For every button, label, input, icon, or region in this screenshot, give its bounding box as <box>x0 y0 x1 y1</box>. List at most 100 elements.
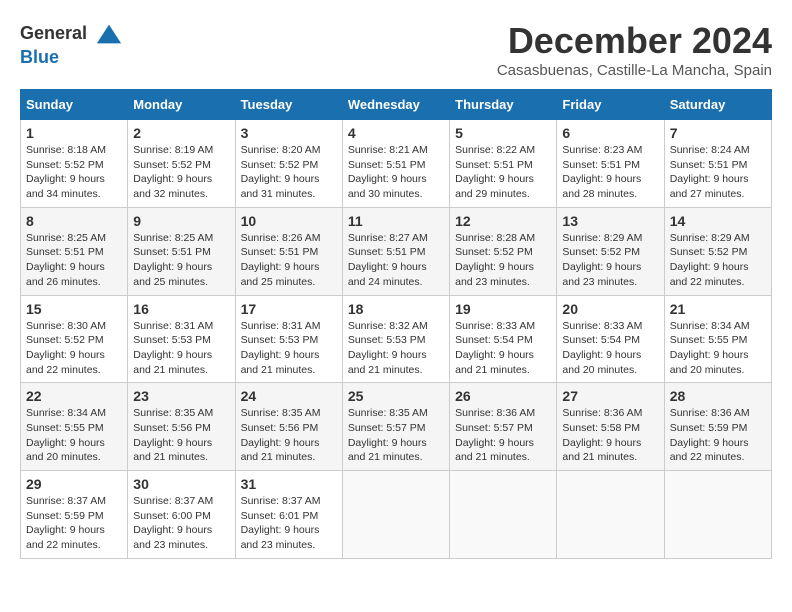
day-number: 3 <box>241 125 337 141</box>
logo-blue: Blue <box>20 48 123 68</box>
sunrise-label: Sunrise: 8:19 AM <box>133 144 213 156</box>
daylight-label: Daylight: 9 hoursand 23 minutes. <box>133 524 212 551</box>
calendar-week-row: 29 Sunrise: 8:37 AM Sunset: 5:59 PM Dayl… <box>21 471 772 559</box>
calendar-cell: 31 Sunrise: 8:37 AM Sunset: 6:01 PM Dayl… <box>235 471 342 559</box>
sunset-label: Sunset: 5:53 PM <box>348 334 426 346</box>
sunset-label: Sunset: 5:58 PM <box>562 422 640 434</box>
day-info: Sunrise: 8:35 AM Sunset: 5:56 PM Dayligh… <box>133 406 229 465</box>
daylight-label: Daylight: 9 hoursand 21 minutes. <box>133 437 212 464</box>
daylight-label: Daylight: 9 hoursand 26 minutes. <box>26 261 105 288</box>
day-info: Sunrise: 8:25 AM Sunset: 5:51 PM Dayligh… <box>26 231 122 290</box>
sunset-label: Sunset: 5:53 PM <box>133 334 211 346</box>
daylight-label: Daylight: 9 hoursand 21 minutes. <box>241 437 320 464</box>
day-number: 8 <box>26 213 122 229</box>
calendar-week-row: 8 Sunrise: 8:25 AM Sunset: 5:51 PM Dayli… <box>21 207 772 295</box>
day-number: 14 <box>670 213 766 229</box>
logo: General Blue <box>20 20 123 68</box>
calendar-cell: 18 Sunrise: 8:32 AM Sunset: 5:53 PM Dayl… <box>342 295 449 383</box>
calendar-cell: 5 Sunrise: 8:22 AM Sunset: 5:51 PM Dayli… <box>450 120 557 208</box>
calendar-cell: 11 Sunrise: 8:27 AM Sunset: 5:51 PM Dayl… <box>342 207 449 295</box>
day-number: 9 <box>133 213 229 229</box>
calendar-table: SundayMondayTuesdayWednesdayThursdayFrid… <box>20 89 772 559</box>
day-number: 28 <box>670 388 766 404</box>
day-info: Sunrise: 8:33 AM Sunset: 5:54 PM Dayligh… <box>562 319 658 378</box>
daylight-label: Daylight: 9 hoursand 23 minutes. <box>241 524 320 551</box>
day-info: Sunrise: 8:30 AM Sunset: 5:52 PM Dayligh… <box>26 319 122 378</box>
page-header: General Blue December 2024 Casasbuenas, … <box>20 20 772 79</box>
sunrise-label: Sunrise: 8:30 AM <box>26 320 106 332</box>
sunset-label: Sunset: 5:56 PM <box>133 422 211 434</box>
calendar-cell: 12 Sunrise: 8:28 AM Sunset: 5:52 PM Dayl… <box>450 207 557 295</box>
sunset-label: Sunset: 5:57 PM <box>348 422 426 434</box>
sunset-label: Sunset: 5:59 PM <box>670 422 748 434</box>
daylight-label: Daylight: 9 hoursand 21 minutes. <box>133 349 212 376</box>
sunrise-label: Sunrise: 8:33 AM <box>455 320 535 332</box>
calendar-cell: 6 Sunrise: 8:23 AM Sunset: 5:51 PM Dayli… <box>557 120 664 208</box>
day-number: 21 <box>670 301 766 317</box>
sunset-label: Sunset: 5:51 PM <box>133 246 211 258</box>
sunrise-label: Sunrise: 8:24 AM <box>670 144 750 156</box>
sunset-label: Sunset: 5:52 PM <box>133 159 211 171</box>
calendar-cell: 23 Sunrise: 8:35 AM Sunset: 5:56 PM Dayl… <box>128 383 235 471</box>
calendar-cell: 9 Sunrise: 8:25 AM Sunset: 5:51 PM Dayli… <box>128 207 235 295</box>
calendar-cell: 27 Sunrise: 8:36 AM Sunset: 5:58 PM Dayl… <box>557 383 664 471</box>
sunrise-label: Sunrise: 8:36 AM <box>455 407 535 419</box>
sunset-label: Sunset: 6:00 PM <box>133 510 211 522</box>
day-number: 26 <box>455 388 551 404</box>
sunrise-label: Sunrise: 8:21 AM <box>348 144 428 156</box>
calendar-cell: 17 Sunrise: 8:31 AM Sunset: 5:53 PM Dayl… <box>235 295 342 383</box>
sunrise-label: Sunrise: 8:31 AM <box>241 320 321 332</box>
day-info: Sunrise: 8:29 AM Sunset: 5:52 PM Dayligh… <box>670 231 766 290</box>
sunset-label: Sunset: 5:52 PM <box>455 246 533 258</box>
calendar-week-row: 22 Sunrise: 8:34 AM Sunset: 5:55 PM Dayl… <box>21 383 772 471</box>
sunrise-label: Sunrise: 8:27 AM <box>348 232 428 244</box>
day-number: 16 <box>133 301 229 317</box>
weekday-header-saturday: Saturday <box>664 90 771 120</box>
sunrise-label: Sunrise: 8:25 AM <box>133 232 213 244</box>
calendar-cell: 4 Sunrise: 8:21 AM Sunset: 5:51 PM Dayli… <box>342 120 449 208</box>
day-info: Sunrise: 8:23 AM Sunset: 5:51 PM Dayligh… <box>562 143 658 202</box>
daylight-label: Daylight: 9 hoursand 28 minutes. <box>562 173 641 200</box>
day-info: Sunrise: 8:31 AM Sunset: 5:53 PM Dayligh… <box>241 319 337 378</box>
day-info: Sunrise: 8:34 AM Sunset: 5:55 PM Dayligh… <box>26 406 122 465</box>
calendar-week-row: 1 Sunrise: 8:18 AM Sunset: 5:52 PM Dayli… <box>21 120 772 208</box>
day-number: 31 <box>241 476 337 492</box>
sunset-label: Sunset: 5:52 PM <box>670 246 748 258</box>
day-number: 30 <box>133 476 229 492</box>
day-number: 5 <box>455 125 551 141</box>
sunrise-label: Sunrise: 8:25 AM <box>26 232 106 244</box>
calendar-cell: 15 Sunrise: 8:30 AM Sunset: 5:52 PM Dayl… <box>21 295 128 383</box>
weekday-header-row: SundayMondayTuesdayWednesdayThursdayFrid… <box>21 90 772 120</box>
day-info: Sunrise: 8:22 AM Sunset: 5:51 PM Dayligh… <box>455 143 551 202</box>
day-number: 12 <box>455 213 551 229</box>
calendar-cell <box>664 471 771 559</box>
day-info: Sunrise: 8:31 AM Sunset: 5:53 PM Dayligh… <box>133 319 229 378</box>
sunset-label: Sunset: 5:56 PM <box>241 422 319 434</box>
day-number: 15 <box>26 301 122 317</box>
day-info: Sunrise: 8:32 AM Sunset: 5:53 PM Dayligh… <box>348 319 444 378</box>
daylight-label: Daylight: 9 hoursand 21 minutes. <box>241 349 320 376</box>
sunrise-label: Sunrise: 8:34 AM <box>670 320 750 332</box>
day-info: Sunrise: 8:33 AM Sunset: 5:54 PM Dayligh… <box>455 319 551 378</box>
calendar-cell: 19 Sunrise: 8:33 AM Sunset: 5:54 PM Dayl… <box>450 295 557 383</box>
daylight-label: Daylight: 9 hoursand 21 minutes. <box>562 437 641 464</box>
day-info: Sunrise: 8:19 AM Sunset: 5:52 PM Dayligh… <box>133 143 229 202</box>
day-info: Sunrise: 8:29 AM Sunset: 5:52 PM Dayligh… <box>562 231 658 290</box>
calendar-cell: 3 Sunrise: 8:20 AM Sunset: 5:52 PM Dayli… <box>235 120 342 208</box>
sunset-label: Sunset: 5:52 PM <box>26 159 104 171</box>
daylight-label: Daylight: 9 hoursand 32 minutes. <box>133 173 212 200</box>
calendar-week-row: 15 Sunrise: 8:30 AM Sunset: 5:52 PM Dayl… <box>21 295 772 383</box>
day-number: 1 <box>26 125 122 141</box>
calendar-cell: 21 Sunrise: 8:34 AM Sunset: 5:55 PM Dayl… <box>664 295 771 383</box>
calendar-cell: 7 Sunrise: 8:24 AM Sunset: 5:51 PM Dayli… <box>664 120 771 208</box>
sunrise-label: Sunrise: 8:35 AM <box>241 407 321 419</box>
calendar-cell: 20 Sunrise: 8:33 AM Sunset: 5:54 PM Dayl… <box>557 295 664 383</box>
sunset-label: Sunset: 5:51 PM <box>241 246 319 258</box>
calendar-cell <box>342 471 449 559</box>
daylight-label: Daylight: 9 hoursand 29 minutes. <box>455 173 534 200</box>
sunrise-label: Sunrise: 8:33 AM <box>562 320 642 332</box>
calendar-cell: 30 Sunrise: 8:37 AM Sunset: 6:00 PM Dayl… <box>128 471 235 559</box>
daylight-label: Daylight: 9 hoursand 21 minutes. <box>348 349 427 376</box>
daylight-label: Daylight: 9 hoursand 24 minutes. <box>348 261 427 288</box>
weekday-header-thursday: Thursday <box>450 90 557 120</box>
